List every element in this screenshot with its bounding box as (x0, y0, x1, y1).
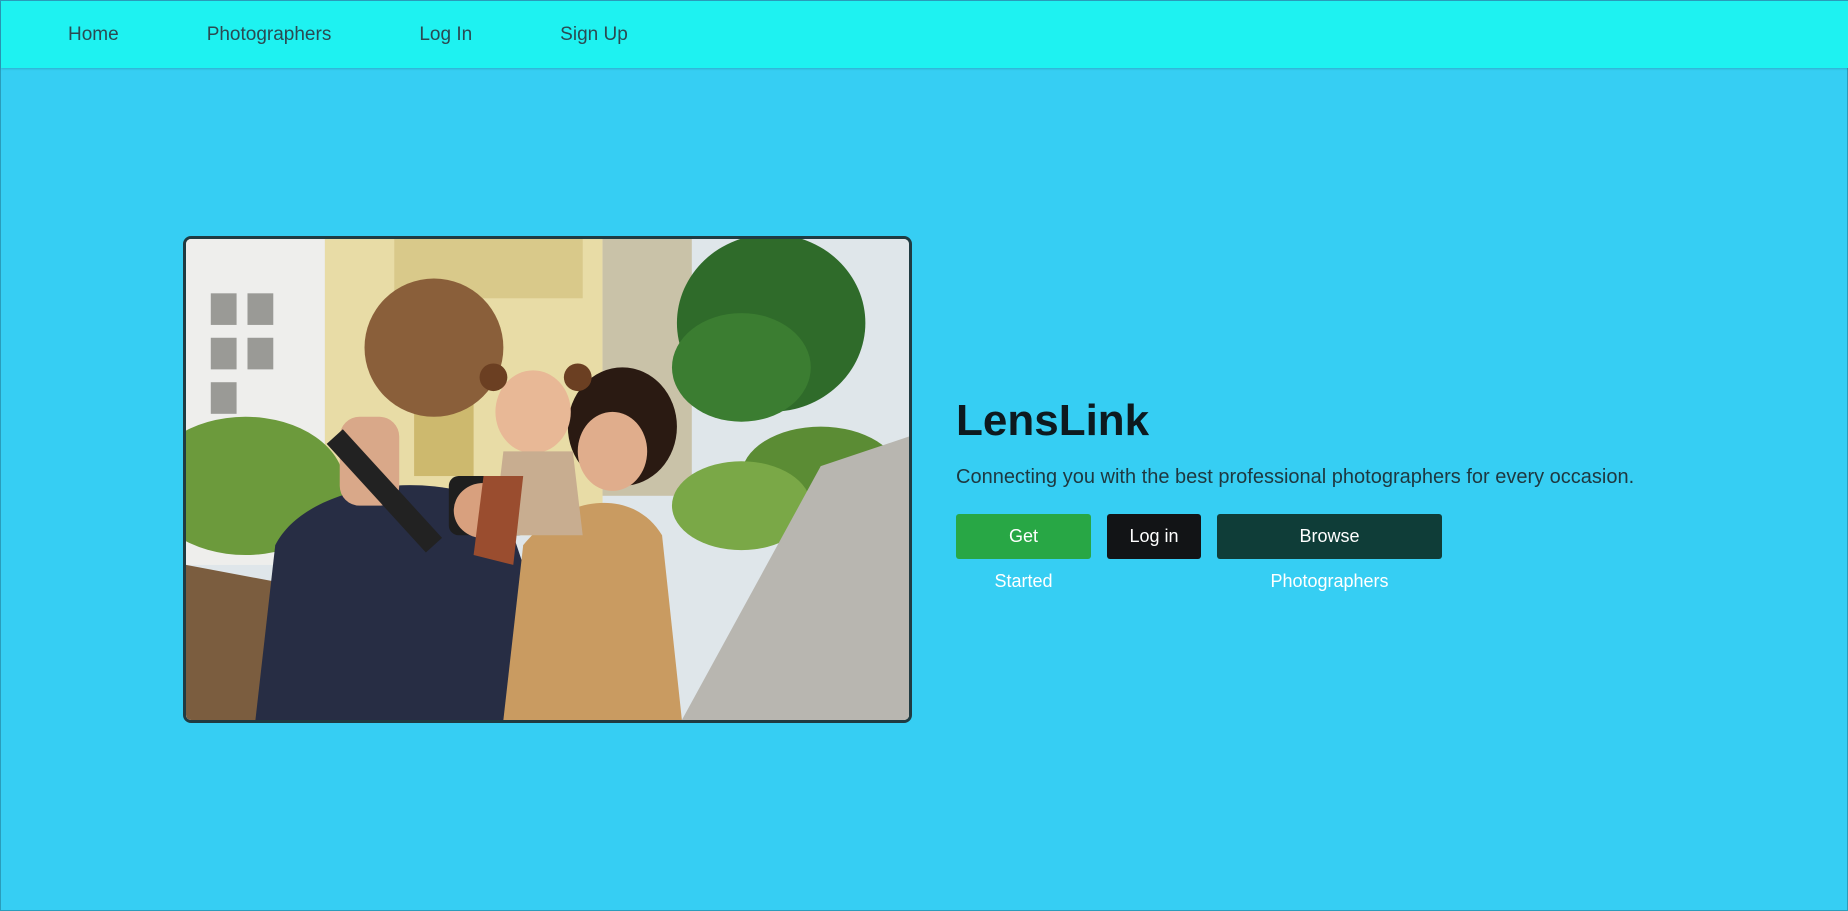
browse-photographers-button[interactable]: Browse Photographers (1217, 514, 1442, 591)
landing-page: Home Photographers Log In Sign Up LensLi… (0, 0, 1848, 911)
hero-subtitle: Connecting you with the best professiona… (956, 466, 1635, 488)
log-in-button[interactable]: Log in (1107, 514, 1201, 559)
hero-title: LensLink (956, 396, 1150, 445)
top-navbar: Home Photographers Log In Sign Up (1, 1, 1848, 68)
nav-photographers-link[interactable]: Photographers (207, 23, 332, 47)
get-started-button[interactable]: Get Started (956, 514, 1091, 591)
nav-login-link[interactable]: Log In (419, 23, 472, 47)
hero-button-row: Get Started Log in Browse Photographers (956, 514, 1816, 591)
photographer-family-photo (186, 239, 909, 720)
hero-photo (183, 236, 912, 723)
nav-signup-link[interactable]: Sign Up (560, 23, 628, 47)
nav-home-link[interactable]: Home (68, 23, 119, 47)
hero-content: LensLink Connecting you with the best pr… (956, 389, 1816, 591)
